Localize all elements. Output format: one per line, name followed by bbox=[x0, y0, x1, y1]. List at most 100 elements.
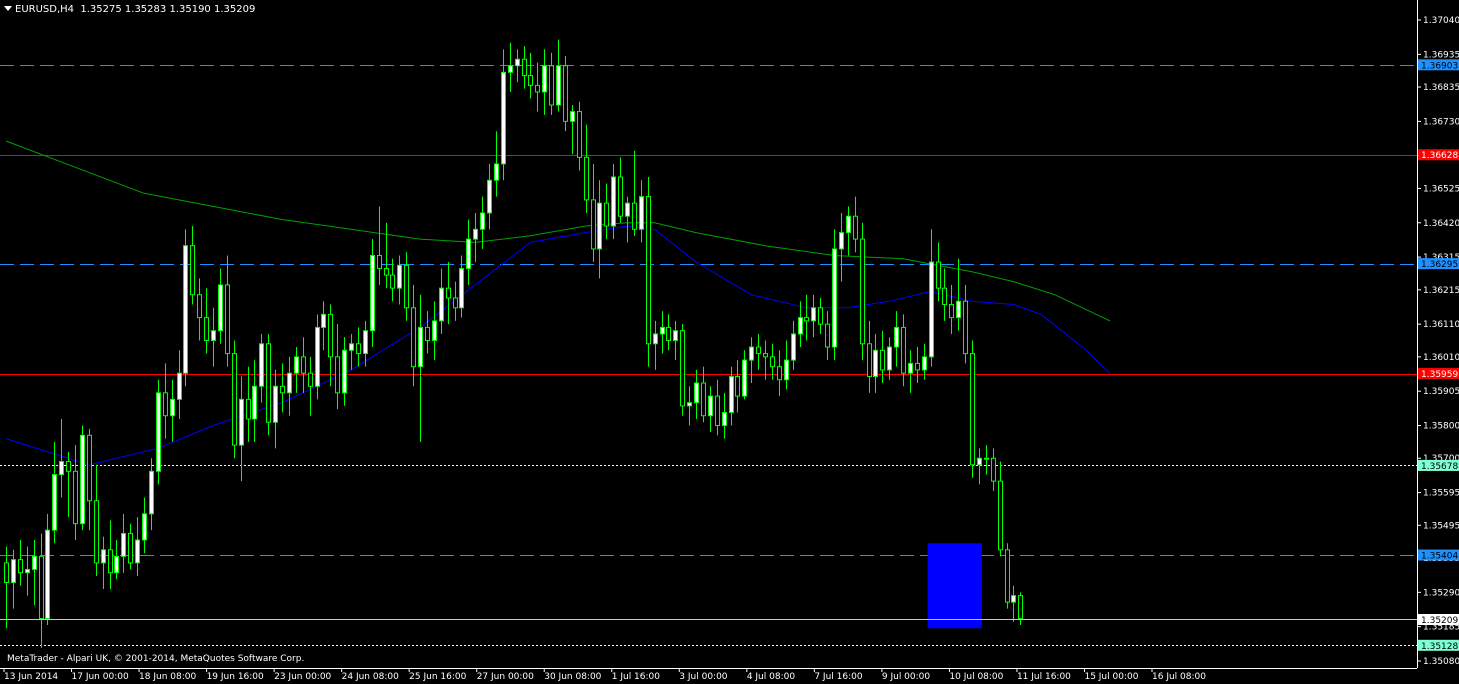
candle bbox=[701, 366, 706, 423]
candle-body bbox=[280, 385, 285, 394]
candle bbox=[149, 458, 154, 531]
candle-body bbox=[170, 398, 175, 417]
price-tick-label: 1.35905 bbox=[1423, 387, 1459, 397]
price-tick-label: 1.35800 bbox=[1423, 422, 1459, 432]
candle bbox=[563, 55, 568, 132]
price-tick-label: 1.35495 bbox=[1423, 521, 1459, 531]
candle bbox=[211, 307, 216, 367]
price-tick-label: 1.37040 bbox=[1423, 16, 1459, 26]
candle bbox=[597, 180, 602, 279]
candle bbox=[425, 311, 430, 354]
candle bbox=[535, 62, 540, 112]
candle bbox=[487, 163, 492, 230]
candle-body bbox=[101, 549, 106, 564]
time-tick-label: 11 Jul 16:00 bbox=[1017, 672, 1071, 682]
candle-body bbox=[204, 317, 209, 342]
candle bbox=[625, 196, 630, 243]
price-chart[interactable]: 1.370401.369351.368351.367301.366301.365… bbox=[0, 0, 1459, 684]
candle-body bbox=[908, 362, 913, 374]
candle bbox=[949, 284, 954, 334]
candle-body bbox=[880, 349, 885, 371]
chart-menu-triangle-icon[interactable] bbox=[4, 6, 12, 11]
candle bbox=[818, 297, 823, 334]
candle-body bbox=[680, 330, 685, 407]
candle-body bbox=[846, 215, 851, 234]
candle bbox=[791, 320, 796, 370]
candle-body bbox=[722, 411, 727, 427]
candle-body bbox=[473, 228, 478, 240]
current-price-tag-label: 1.35209 bbox=[1421, 616, 1458, 626]
candle bbox=[349, 333, 354, 370]
candle-body bbox=[632, 202, 637, 230]
price-tag-label: 1.35959 bbox=[1421, 370, 1458, 380]
candle bbox=[501, 49, 506, 181]
candle bbox=[591, 163, 596, 263]
price-tick-label: 1.35290 bbox=[1423, 588, 1459, 598]
time-tick-label: 24 Jun 08:00 bbox=[342, 672, 399, 682]
candle-body bbox=[894, 326, 899, 348]
candle-body bbox=[798, 317, 803, 335]
candle-body bbox=[825, 323, 830, 348]
candle-body bbox=[183, 245, 188, 374]
candle bbox=[218, 268, 223, 344]
candle bbox=[887, 337, 892, 380]
candle bbox=[135, 517, 140, 576]
candle bbox=[570, 105, 575, 155]
candle bbox=[121, 513, 126, 573]
time-tick-label: 30 Jun 08:00 bbox=[544, 672, 601, 682]
candle bbox=[25, 546, 30, 596]
candle bbox=[708, 386, 713, 433]
time-axis: 13 Jun 2014 17 Jun 00:00 18 Jun 08:00 19 Ju… bbox=[3, 668, 1206, 682]
candle-body bbox=[11, 559, 16, 584]
candle-body bbox=[384, 268, 389, 276]
candle-body bbox=[1011, 595, 1016, 603]
candle bbox=[584, 124, 589, 213]
candle-body bbox=[328, 313, 333, 358]
candle bbox=[294, 347, 299, 393]
candle bbox=[4, 546, 9, 629]
candle-body bbox=[522, 58, 527, 77]
candle bbox=[542, 49, 547, 115]
candle-body bbox=[128, 532, 133, 564]
candle bbox=[45, 513, 50, 626]
candle-body bbox=[266, 343, 271, 423]
candle bbox=[901, 314, 906, 387]
candle-body bbox=[922, 356, 927, 371]
candle-body bbox=[25, 568, 30, 574]
candle-body bbox=[742, 359, 747, 397]
candle bbox=[963, 284, 968, 364]
candle-body bbox=[970, 353, 975, 466]
candle-body bbox=[963, 300, 968, 355]
candle-body bbox=[432, 320, 437, 342]
candle-body bbox=[860, 238, 865, 345]
price-tick-label: 1.36420 bbox=[1423, 219, 1459, 229]
candle-body bbox=[377, 254, 382, 270]
candle-body bbox=[508, 65, 513, 73]
candle-body bbox=[163, 392, 168, 417]
candle-body bbox=[653, 333, 658, 345]
time-tick-label: 1 Jul 16:00 bbox=[612, 672, 661, 682]
candle-body bbox=[639, 196, 644, 230]
candle bbox=[432, 301, 437, 361]
candle bbox=[942, 268, 947, 321]
candle bbox=[266, 333, 271, 436]
candle bbox=[370, 239, 375, 348]
candle-body bbox=[142, 513, 147, 541]
candle-body bbox=[252, 385, 257, 420]
candle bbox=[39, 533, 44, 648]
candle-body bbox=[839, 232, 844, 250]
candle-body bbox=[232, 353, 237, 446]
candle-body bbox=[708, 395, 713, 417]
candle bbox=[998, 461, 1003, 557]
candle-body bbox=[18, 559, 23, 574]
candle-body bbox=[749, 346, 754, 361]
time-tick-label: 3 Jul 00:00 bbox=[679, 672, 728, 682]
candle bbox=[335, 324, 340, 410]
candle bbox=[1018, 592, 1023, 626]
candle-body bbox=[867, 343, 872, 377]
candle bbox=[639, 180, 644, 243]
price-tick-label: 1.36835 bbox=[1423, 83, 1459, 93]
candle-body bbox=[177, 372, 182, 400]
candle bbox=[970, 340, 975, 478]
candle-body bbox=[294, 356, 299, 374]
